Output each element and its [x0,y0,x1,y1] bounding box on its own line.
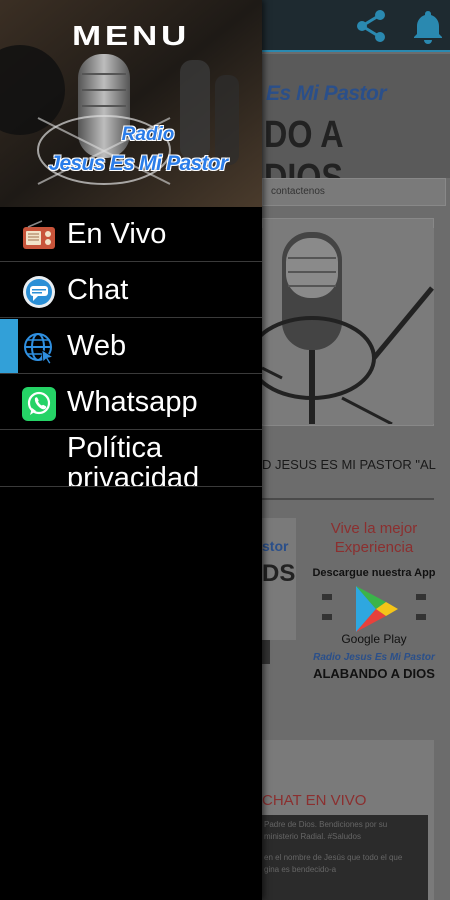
google-play-icon [322,586,426,632]
promo-line-2: Experiencia [334,539,414,556]
chat-message-line: gina es bendecido-a [264,865,337,874]
globe-icon [24,333,55,365]
promo-store-name: Google Play [341,632,407,646]
radio-icon [23,220,55,249]
microphone-image [262,228,434,424]
app-screen: Es Mi Pastor DO A DIOS contactenos D JES… [0,0,450,900]
menu-item-label: Web [67,330,127,362]
selected-indicator [0,319,18,373]
promo-left-button[interactable] [262,640,270,664]
chat-message-line: Padre de Dios. Bendiciones por su [264,820,388,829]
nav-link-contact[interactable]: contactenos [271,186,325,197]
chat-message-line: en el nombre de Jesús que todo el que [264,853,403,862]
share-icon[interactable] [352,6,392,46]
drawer-title: MENU [71,20,191,51]
promo-download-text: Descargue nuestra App [312,567,436,579]
promo-station: Radio Jesus Es Mi Pastor [313,652,435,663]
promo-left-title: stor [262,538,289,554]
hero-title: Es Mi Pastor [266,82,387,105]
site-nav-bar: contactenos [262,178,446,206]
menu-item-en-vivo[interactable]: En Vivo [0,207,262,262]
header-radio-label: Radio [121,124,175,145]
menu-item-chat[interactable]: Chat [0,263,262,318]
menu-item-privacy-policy[interactable]: Política privacidad [0,431,262,487]
chat-bubble-icon [23,276,55,308]
chat-message-line: ministerio Radial. #Saludos [264,832,361,841]
drawer-header: MENU Radio Jesus Es Mi Pastor [0,0,262,207]
content-divider [262,498,434,500]
post-caption: D JESUS ES MI PASTOR "AL [262,457,436,472]
promo-left-subtitle: DS [262,560,296,587]
menu-item-label: Chat [67,274,129,306]
promo-slogan: ALABANDO A DIOS [313,666,435,681]
chat-section-title: CHAT EN VIVO [262,792,367,809]
app-promo-card[interactable]: Vive la mejor Experiencia Descargue nues… [310,518,438,698]
navigation-drawer: MENU Radio Jesus Es Mi Pastor En Vivo Ch… [0,0,262,900]
whatsapp-icon [22,387,56,421]
menu-item-label: En Vivo [67,218,167,250]
menu-item-web[interactable]: Web [0,319,262,374]
promo-line-1: Vive la mejor [330,520,418,537]
menu-item-label: Whatsapp [67,386,198,418]
menu-item-label: Política privacidad [67,432,200,487]
bell-icon[interactable] [408,6,448,46]
menu-item-whatsapp[interactable]: Whatsapp [0,375,262,430]
header-station-name: Jesus Es Mi Pastor [48,152,229,175]
